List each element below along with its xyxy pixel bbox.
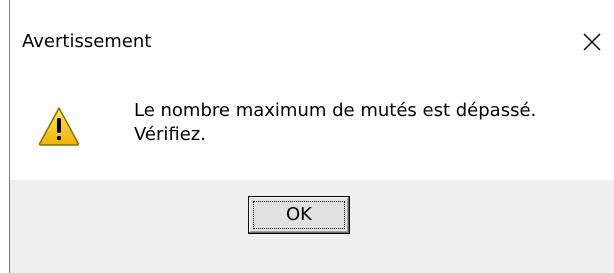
dialog-content: Le nombre maximum de mutés est dépassé. … [10, 68, 614, 180]
ok-button-label: OK [286, 204, 312, 225]
close-button[interactable] [570, 22, 614, 62]
button-bar: OK [10, 180, 614, 273]
message-text: Le nombre maximum de mutés est dépassé. … [134, 99, 536, 147]
dialog-title: Avertissement [22, 31, 152, 52]
message-line-2: Vérifiez. [134, 124, 206, 145]
warning-icon [38, 107, 80, 146]
message-line-1: Le nombre maximum de mutés est dépassé. [134, 100, 537, 121]
title-bar[interactable]: Avertissement [10, 0, 614, 68]
close-icon [583, 33, 601, 51]
warning-dialog: Avertissement Le nombre maximum de mutés… [0, 0, 614, 273]
ok-button[interactable]: OK [248, 196, 350, 234]
